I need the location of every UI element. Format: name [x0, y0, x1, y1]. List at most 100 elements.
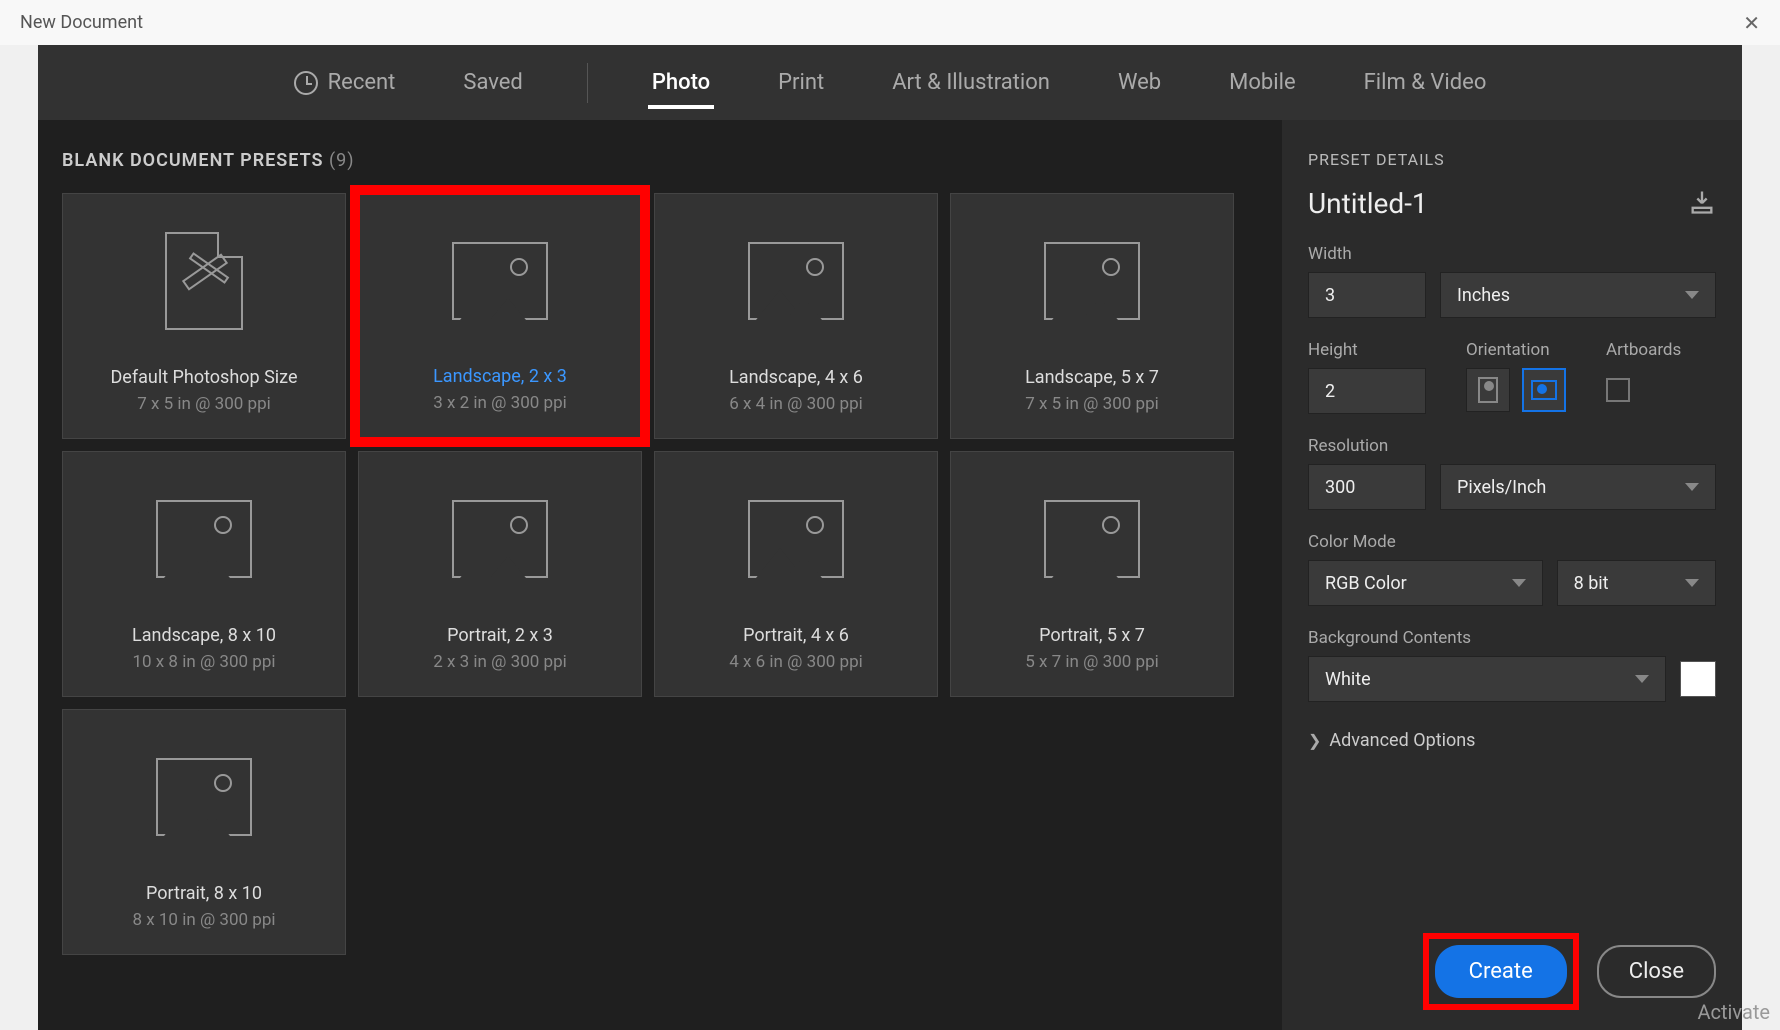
- background-value: White: [1325, 669, 1371, 690]
- category-tabs: Recent Saved Photo Print Art & Illustrat…: [38, 45, 1742, 120]
- preset-title: Landscape, 5 x 7: [1025, 367, 1159, 388]
- color-mode-value: RGB Color: [1325, 573, 1407, 594]
- orientation-label: Orientation: [1466, 340, 1566, 360]
- resolution-unit-select[interactable]: Pixels/Inch: [1440, 464, 1716, 510]
- height-label: Height: [1308, 340, 1426, 360]
- tab-photo[interactable]: Photo: [648, 50, 714, 115]
- preset-title: Portrait, 5 x 7: [1039, 625, 1145, 646]
- new-document-dialog: Recent Saved Photo Print Art & Illustrat…: [38, 45, 1742, 1030]
- preset-subtitle: 7 x 5 in @ 300 ppi: [137, 394, 271, 414]
- preset-card[interactable]: Portrait, 2 x 32 x 3 in @ 300 ppi: [358, 451, 642, 697]
- create-button[interactable]: Create: [1435, 945, 1567, 998]
- resolution-input[interactable]: 300: [1308, 464, 1426, 510]
- preset-card[interactable]: Landscape, 8 x 10 10 x 8 in @ 300 ppi: [62, 451, 346, 697]
- preset-subtitle: 5 x 7 in @ 300 ppi: [1025, 652, 1159, 672]
- tab-print[interactable]: Print: [774, 50, 828, 115]
- preset-subtitle: 6 x 4 in @ 300 ppi: [729, 394, 863, 414]
- preset-card[interactable]: Landscape, 5 x 7 7 x 5 in @ 300 ppi: [950, 193, 1234, 439]
- preset-title: Portrait, 2 x 3: [447, 625, 553, 646]
- preset-grid: Default Photoshop Size 7 x 5 in @ 300 ppi…: [62, 193, 1258, 955]
- chevron-down-icon: [1685, 291, 1699, 299]
- preset-card[interactable]: Portrait, 5 x 7 5 x 7 in @ 300 ppi: [950, 451, 1234, 697]
- width-label: Width: [1308, 244, 1716, 264]
- bit-depth-select[interactable]: 8 bit: [1557, 560, 1716, 606]
- orientation-portrait-button[interactable]: [1466, 368, 1510, 412]
- tab-film[interactable]: Film & Video: [1360, 50, 1491, 115]
- portrait-icon: [1478, 377, 1498, 403]
- presets-header: BLANK DOCUMENT PRESETS (9): [62, 150, 1258, 171]
- width-unit-select[interactable]: Inches: [1440, 272, 1716, 318]
- tab-recent[interactable]: Recent: [290, 50, 400, 115]
- preset-title: Default Photoshop Size: [110, 367, 297, 388]
- image-icon: [1044, 242, 1140, 320]
- landscape-icon: [1531, 380, 1557, 400]
- height-input[interactable]: 2: [1308, 368, 1426, 414]
- preset-card[interactable]: Default Photoshop Size 7 x 5 in @ 300 ppi: [62, 193, 346, 439]
- tab-web-label: Web: [1118, 70, 1161, 95]
- tab-saved-label: Saved: [463, 70, 522, 95]
- image-icon: [452, 242, 548, 320]
- close-button[interactable]: Close: [1597, 945, 1716, 998]
- preset-icon-wrap: [165, 194, 243, 367]
- chevron-down-icon: [1685, 483, 1699, 491]
- tab-recent-label: Recent: [328, 70, 396, 95]
- preset-subtitle: 7 x 5 in @ 300 ppi: [1025, 394, 1159, 414]
- tab-divider: [587, 63, 588, 103]
- preset-title: Portrait, 4 x 6: [743, 625, 849, 646]
- tab-mobile[interactable]: Mobile: [1225, 50, 1299, 115]
- preset-title: Landscape, 2 x 3: [433, 366, 567, 387]
- image-icon: [748, 500, 844, 578]
- preset-subtitle: 10 x 8 in @ 300 ppi: [132, 652, 275, 672]
- preset-title: Landscape, 8 x 10: [132, 625, 276, 646]
- orientation-landscape-button[interactable]: [1522, 368, 1566, 412]
- width-value: 3: [1325, 285, 1335, 306]
- chevron-down-icon: [1512, 579, 1526, 587]
- background-color-swatch[interactable]: [1680, 661, 1716, 697]
- window-title: New Document: [20, 12, 143, 33]
- advanced-options-label: Advanced Options: [1329, 730, 1475, 751]
- image-icon: [156, 500, 252, 578]
- presets-count: (9): [329, 150, 355, 171]
- color-mode-label: Color Mode: [1308, 532, 1716, 552]
- preset-card[interactable]: Landscape, 2 x 33 x 2 in @ 300 ppi: [358, 193, 642, 439]
- document-name[interactable]: Untitled-1: [1308, 187, 1428, 220]
- preset-details-panel: PRESET DETAILS Untitled-1 Width 3 Inches…: [1282, 120, 1742, 1030]
- preset-card[interactable]: Landscape, 4 x 6 6 x 4 in @ 300 ppi: [654, 193, 938, 439]
- width-unit-value: Inches: [1457, 285, 1510, 306]
- artboards-checkbox[interactable]: [1606, 378, 1630, 402]
- save-preset-icon[interactable]: [1688, 188, 1716, 220]
- window-close-icon[interactable]: ✕: [1743, 11, 1760, 35]
- preset-subtitle: 4 x 6 in @ 300 ppi: [729, 652, 863, 672]
- presets-header-text: BLANK DOCUMENT PRESETS: [62, 150, 324, 171]
- preset-title: Landscape, 4 x 6: [729, 367, 863, 388]
- tab-film-label: Film & Video: [1364, 70, 1487, 95]
- height-value: 2: [1325, 381, 1335, 402]
- tab-mobile-label: Mobile: [1229, 70, 1295, 95]
- tab-print-label: Print: [778, 70, 824, 95]
- tab-web[interactable]: Web: [1114, 50, 1165, 115]
- preset-icon-wrap: [156, 452, 252, 625]
- preset-icon-wrap: [748, 194, 844, 367]
- clock-icon: [294, 71, 318, 95]
- preset-card[interactable]: Portrait, 8 x 108 x 10 in @ 300 ppi: [62, 709, 346, 955]
- image-icon: [452, 500, 548, 578]
- chevron-down-icon: [1635, 675, 1649, 683]
- color-mode-select[interactable]: RGB Color: [1308, 560, 1543, 606]
- width-input[interactable]: 3: [1308, 272, 1426, 318]
- preset-icon-wrap: [452, 195, 548, 366]
- preset-icon-wrap: [748, 452, 844, 625]
- image-icon: [1044, 500, 1140, 578]
- background-select[interactable]: White: [1308, 656, 1666, 702]
- create-highlight: Create: [1423, 933, 1579, 1010]
- background-label: Background Contents: [1308, 628, 1716, 648]
- dialog-footer: Create Close: [1308, 905, 1716, 1010]
- advanced-options-toggle[interactable]: ❯ Advanced Options: [1308, 730, 1716, 751]
- tab-saved[interactable]: Saved: [459, 50, 526, 115]
- preset-icon-wrap: [1044, 452, 1140, 625]
- preset-title: Portrait, 8 x 10: [146, 883, 262, 904]
- resolution-unit-value: Pixels/Inch: [1457, 477, 1546, 498]
- chevron-right-icon: ❯: [1308, 731, 1321, 750]
- preset-card[interactable]: Portrait, 4 x 6 4 x 6 in @ 300 ppi: [654, 451, 938, 697]
- tab-art[interactable]: Art & Illustration: [888, 50, 1054, 115]
- bit-depth-value: 8 bit: [1574, 573, 1609, 594]
